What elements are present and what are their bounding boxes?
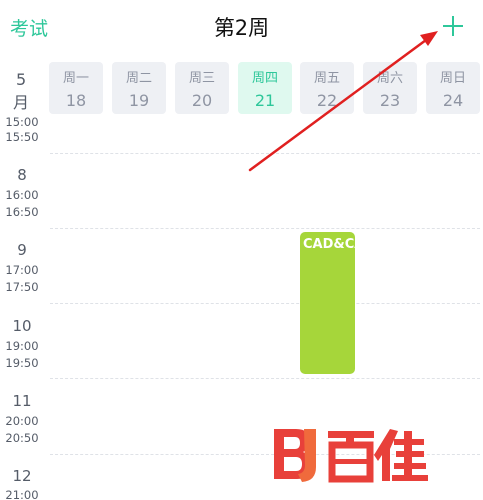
baijia-watermark-logo-icon: [274, 429, 428, 483]
